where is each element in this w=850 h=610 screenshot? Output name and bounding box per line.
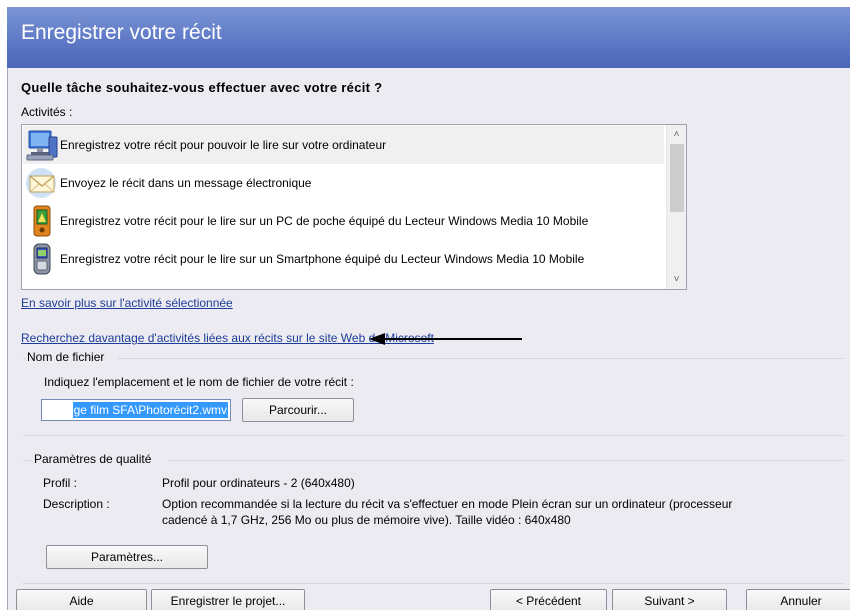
left-arrow-icon <box>369 333 522 345</box>
filename-group-title: Nom de fichier <box>27 350 105 364</box>
activity-item-computer[interactable]: Enregistrez votre récit pour pouvoir le … <box>23 126 664 164</box>
scroll-up-icon[interactable]: ˄ <box>667 126 686 143</box>
computer-icon <box>26 130 58 161</box>
activity-item-pocket-pc[interactable]: Enregistrez votre récit pour le lire sur… <box>23 202 664 240</box>
profile-value: Profil pour ordinateurs - 2 (640x480) <box>162 476 355 490</box>
filename-value: ge film SFA\Photorécit2.wmv <box>72 402 228 418</box>
smartphone-icon <box>33 243 51 275</box>
email-icon <box>26 168 56 198</box>
description-line-2: cadencé à 1,7 GHz, 256 Mo ou plus de mém… <box>162 513 571 527</box>
filename-input[interactable]: ge film SFA\Photorécit2.wmv <box>41 399 231 421</box>
group-divider <box>23 435 843 436</box>
activities-label: Activités : <box>21 105 73 119</box>
page-question: Quelle tâche souhaitez-vous effectuer av… <box>21 80 383 95</box>
title-bar: Enregistrer votre récit <box>7 7 850 68</box>
scroll-thumb[interactable] <box>670 144 684 212</box>
activity-label: Enregistrez votre récit pour le lire sur… <box>60 214 589 228</box>
quality-group-title: Paramètres de qualité <box>34 452 152 466</box>
group-divider <box>23 358 26 359</box>
browse-button[interactable]: Parcourir... <box>242 398 354 422</box>
help-button[interactable]: Aide <box>16 589 147 610</box>
profile-label: Profil : <box>43 476 78 490</box>
pocket-pc-icon <box>33 205 51 237</box>
save-project-button[interactable]: Enregistrer le projet... <box>151 589 305 610</box>
scroll-down-icon[interactable]: ˅ <box>667 271 686 288</box>
activities-list[interactable]: Enregistrez votre récit pour pouvoir le … <box>21 124 687 290</box>
filename-instruction: Indiquez l'emplacement et le nom de fich… <box>44 375 354 389</box>
settings-button[interactable]: Paramètres... <box>46 545 208 569</box>
activity-item-smartphone[interactable]: Enregistrez votre récit pour le lire sur… <box>23 240 664 278</box>
activity-label: Enregistrez votre récit pour pouvoir le … <box>60 138 387 152</box>
next-button[interactable]: Suivant > <box>612 589 727 610</box>
window-title: Enregistrer votre récit <box>21 21 222 44</box>
group-divider <box>23 583 843 584</box>
description-label: Description : <box>43 497 110 511</box>
list-scrollbar[interactable]: ˄ ˅ <box>666 125 686 289</box>
activity-item-email[interactable]: Envoyez le récit dans un message électro… <box>23 164 664 202</box>
group-divider <box>23 460 32 461</box>
group-divider <box>118 358 843 359</box>
previous-button[interactable]: < Précédent <box>490 589 607 610</box>
cancel-button[interactable]: Annuler <box>746 589 850 610</box>
activity-label: Envoyez le récit dans un message électro… <box>60 176 312 190</box>
learn-more-link[interactable]: En savoir plus sur l'activité sélectionn… <box>21 296 233 310</box>
activity-label: Enregistrez votre récit pour le lire sur… <box>60 252 585 266</box>
description-line-1: Option recommandée si la lecture du réci… <box>162 497 733 511</box>
group-divider <box>168 460 843 461</box>
